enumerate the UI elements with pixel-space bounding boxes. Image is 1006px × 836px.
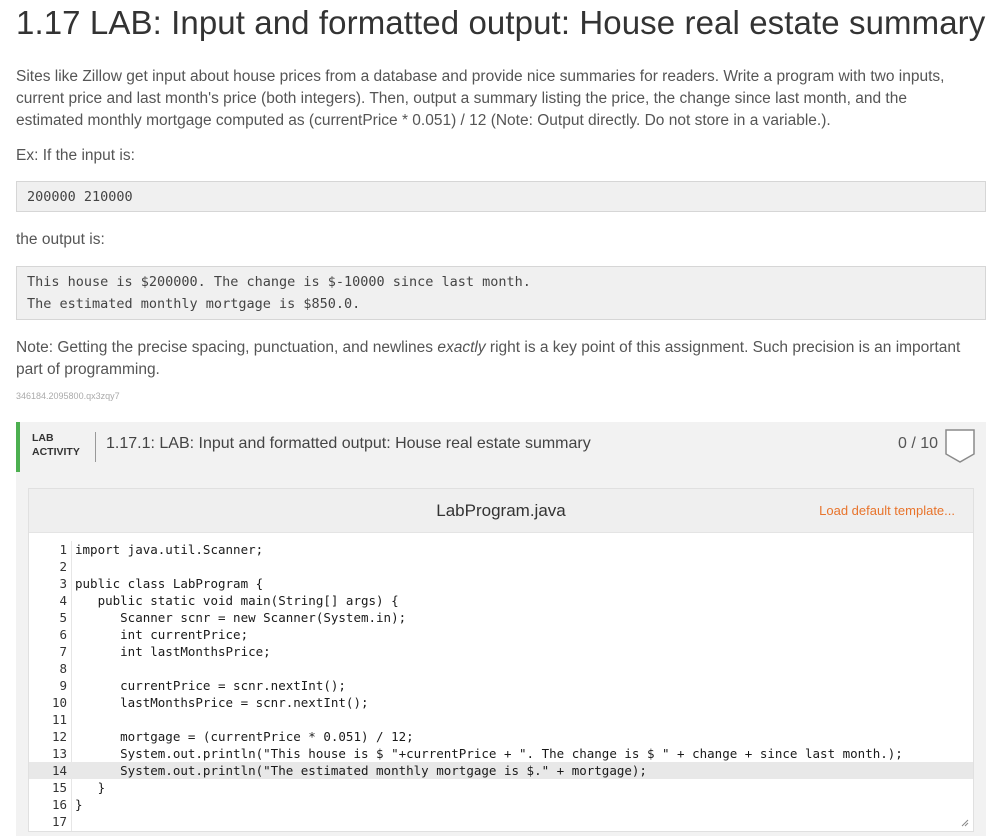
editor-toolbar: LabProgram.java Load default template... (29, 489, 973, 533)
example-input-label: Ex: If the input is: (16, 147, 135, 164)
line-code[interactable]: System.out.println("The estimated monthl… (75, 762, 647, 779)
line-code[interactable]: } (75, 779, 106, 796)
line-number: 4 (59, 593, 67, 608)
header-divider (95, 432, 96, 462)
lab-activity-title: 1.17.1: LAB: Input and formatted output:… (106, 435, 591, 452)
code-line[interactable]: 5 Scanner scnr = new Scanner(System.in); (29, 609, 973, 626)
line-number: 9 (59, 678, 67, 693)
line-code[interactable]: lastMonthsPrice = scnr.nextInt(); (75, 694, 368, 711)
lab-tag-line: ACTIVITY (32, 446, 80, 458)
line-number: 1 (59, 542, 67, 557)
code-line[interactable]: 8 (29, 660, 973, 677)
example-output-box: This house is $200000. The change is $-1… (16, 266, 986, 320)
code-line[interactable]: 2 (29, 558, 973, 575)
precision-note: Note: Getting the precise spacing, punct… (16, 337, 976, 381)
line-number: 3 (59, 576, 67, 591)
code-line[interactable]: 17 (29, 813, 973, 830)
line-code[interactable]: mortgage = (currentPrice * 0.051) / 12; (75, 728, 414, 745)
shield-icon (945, 429, 975, 463)
code-line[interactable]: 4 public static void main(String[] args)… (29, 592, 973, 609)
line-number: 11 (51, 712, 67, 727)
code-line[interactable]: 11 (29, 711, 973, 728)
example-input-box: 200000 210000 (16, 181, 986, 212)
line-number: 15 (51, 780, 67, 795)
code-line[interactable]: 15 } (29, 779, 973, 796)
line-code[interactable]: public static void main(String[] args) { (75, 592, 399, 609)
lab-score: 0 / 10 (897, 435, 938, 452)
line-code[interactable]: public class LabProgram { (75, 575, 263, 592)
code-line[interactable]: 10 lastMonthsPrice = scnr.nextInt(); (29, 694, 973, 711)
line-number: 8 (59, 661, 67, 676)
line-number: 16 (51, 797, 67, 812)
line-code[interactable]: int lastMonthsPrice; (75, 643, 271, 660)
example-input-line: 200000 210000 (27, 189, 133, 205)
line-number: 13 (51, 746, 67, 761)
code-line[interactable]: 13 System.out.println("This house is $ "… (29, 745, 973, 762)
code-line[interactable]: 14 System.out.println("The estimated mon… (29, 762, 973, 779)
note-text: Note: Getting the precise spacing, punct… (16, 339, 438, 356)
line-number: 5 (59, 610, 67, 625)
line-number: 10 (51, 695, 67, 710)
load-default-template-link[interactable]: Load default template... (819, 503, 955, 518)
example-output-line: The estimated monthly mortgage is $850.0… (27, 296, 361, 312)
code-line[interactable]: 12 mortgage = (currentPrice * 0.051) / 1… (29, 728, 973, 745)
resize-icon[interactable] (961, 819, 969, 827)
line-code[interactable]: int currentPrice; (75, 626, 248, 643)
code-line[interactable]: 3 public class LabProgram { (29, 575, 973, 592)
code-line[interactable]: 7 int lastMonthsPrice; (29, 643, 973, 660)
lab-tag-line: LAB (32, 432, 54, 444)
line-number: 12 (51, 729, 67, 744)
content-id: 346184.2095800.qx3zqy7 (16, 391, 120, 401)
code-line[interactable]: 16} (29, 796, 973, 813)
page: 1.17 LAB: Input and formatted output: Ho… (0, 0, 1006, 836)
line-number: 14 (51, 763, 67, 778)
lab-activity-tag: LAB ACTIVITY (32, 431, 80, 459)
page-title: 1.17 LAB: Input and formatted output: Ho… (16, 4, 986, 41)
line-code[interactable]: } (75, 796, 83, 813)
intro-paragraph: Sites like Zillow get input about house … (16, 68, 945, 129)
code-area[interactable]: 1 import java.util.Scanner; 2 3 public class… (29, 541, 973, 830)
line-code[interactable]: Scanner scnr = new Scanner(System.in); (75, 609, 406, 626)
line-code[interactable]: import java.util.Scanner; (75, 541, 263, 558)
line-number: 7 (59, 644, 67, 659)
lab-workspace: LabProgram.java Load default template...… (16, 472, 986, 836)
code-line[interactable]: 9 currentPrice = scnr.nextInt(); (29, 677, 973, 694)
line-code[interactable]: System.out.println("This house is $ "+cu… (75, 745, 903, 762)
line-code[interactable]: currentPrice = scnr.nextInt(); (75, 677, 346, 694)
example-output-label: the output is: (16, 231, 105, 248)
code-editor[interactable]: LabProgram.java Load default template...… (28, 488, 974, 832)
lab-activity-header: LAB ACTIVITY 1.17.1: LAB: Input and form… (16, 422, 986, 472)
code-line[interactable]: 6 int currentPrice; (29, 626, 973, 643)
note-emphasis: exactly (437, 339, 486, 356)
line-number: 6 (59, 627, 67, 642)
example-output-line: This house is $200000. The change is $-1… (27, 274, 531, 290)
code-line[interactable]: 1 import java.util.Scanner; (29, 541, 973, 558)
line-number: 2 (59, 559, 67, 574)
line-number: 17 (51, 814, 67, 829)
